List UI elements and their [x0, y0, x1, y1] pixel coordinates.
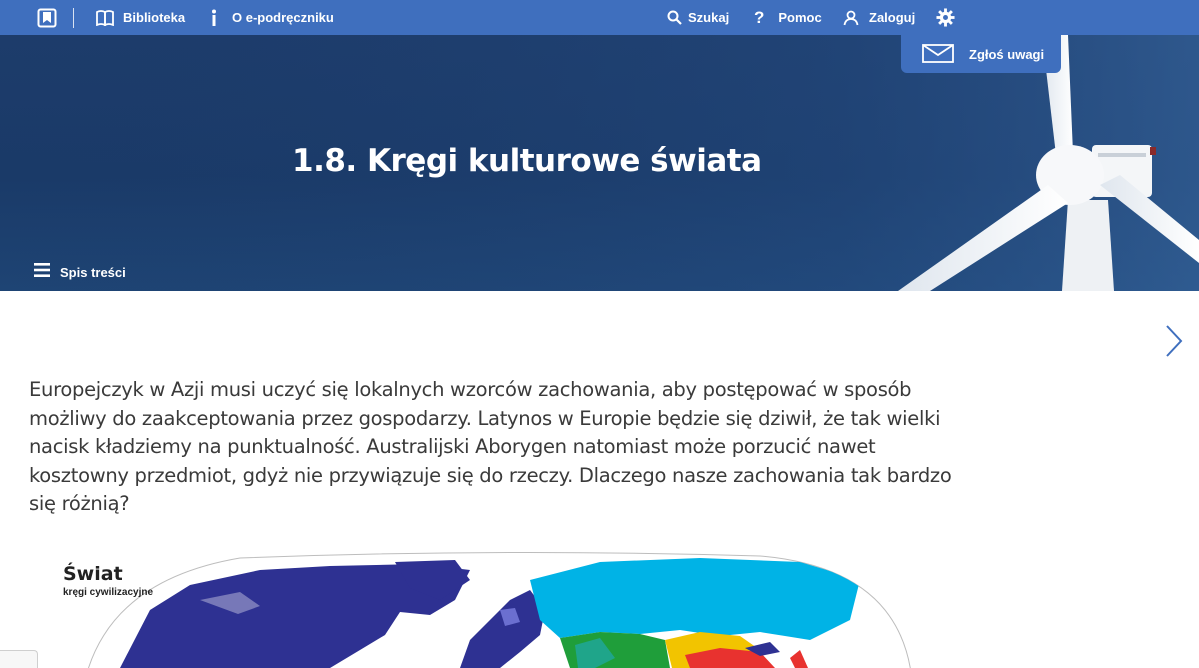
top-navigation-bar: Biblioteka O e-podręczniku Szukaj ? Pomo… [0, 0, 1199, 35]
user-icon [843, 10, 859, 26]
map-subtitle: kręgi cywilizacyjne [63, 587, 154, 598]
menu-icon [34, 263, 50, 282]
help-label: Pomoc [778, 10, 822, 25]
table-of-contents-button[interactable]: Spis treści [34, 263, 126, 282]
world-map-image [87, 551, 911, 668]
gear-icon [936, 8, 955, 27]
corner-tab[interactable] [0, 650, 38, 668]
about-link[interactable]: O e-podręczniku [210, 0, 334, 35]
search-icon [667, 10, 682, 25]
about-label: O e-podręczniku [232, 10, 334, 25]
map-title: Świat [63, 563, 123, 585]
nav-divider [73, 8, 74, 28]
library-link[interactable]: Biblioteka [96, 0, 185, 35]
login-label: Zaloguj [869, 10, 916, 25]
page-title: 1.8. Kręgi kulturowe świata [292, 143, 762, 179]
settings-button[interactable] [936, 0, 955, 35]
report-feedback-label: Zgłoś uwagi [969, 46, 1045, 62]
info-icon [210, 9, 218, 27]
logo-icon [37, 8, 57, 28]
search-label: Szukaj [688, 10, 730, 25]
help-icon: ? [754, 7, 765, 27]
login-link[interactable]: Zaloguj [843, 0, 915, 35]
help-link[interactable]: ? Pomoc [754, 0, 822, 35]
chevron-right-icon [1163, 325, 1185, 362]
chapter-banner: 1.8. Kręgi kulturowe świata Spis treści [0, 35, 1199, 291]
civilization-map [0, 540, 1199, 668]
search-link[interactable]: Szukaj [667, 0, 729, 35]
book-icon [96, 9, 114, 26]
intro-paragraph: Europejczyk w Azji musi uczyć się lokaln… [29, 378, 952, 515]
home-logo-button[interactable] [37, 0, 57, 35]
library-label: Biblioteka [123, 10, 186, 25]
table-of-contents-label: Spis treści [60, 265, 126, 280]
envelope-icon [922, 44, 954, 68]
next-page-button[interactable] [1163, 324, 1185, 363]
report-feedback-button[interactable]: Zgłoś uwagi [901, 35, 1061, 73]
